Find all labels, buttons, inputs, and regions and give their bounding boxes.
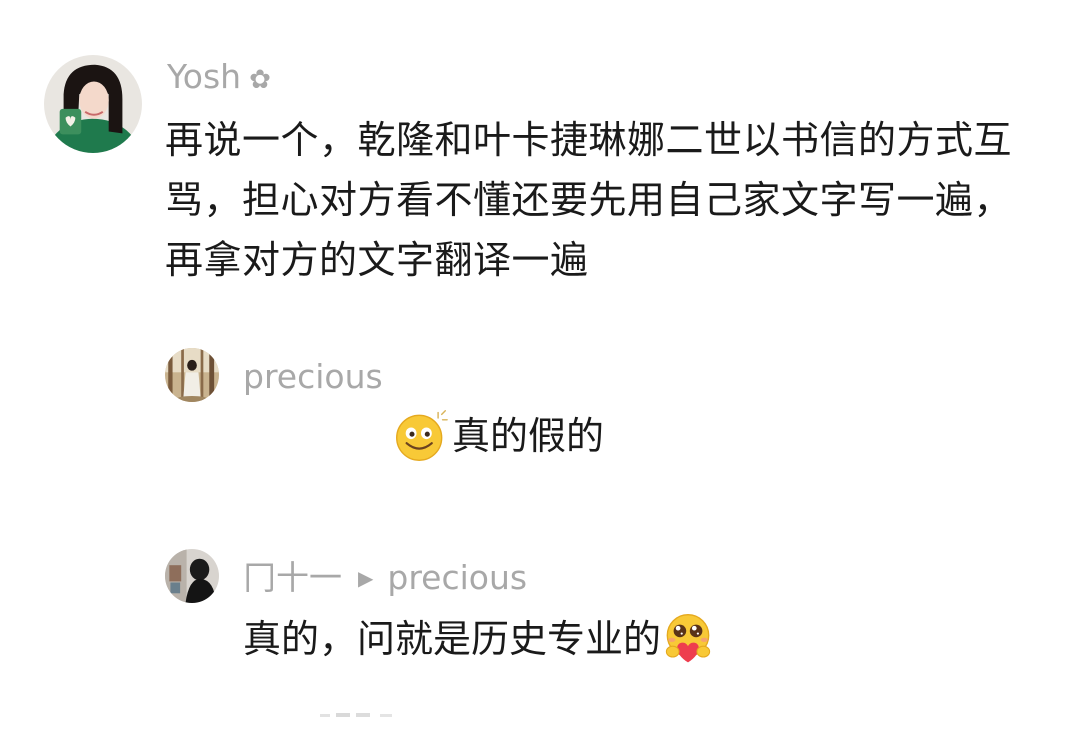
avatar-user[interactable] [165,549,219,603]
reply-arrow-icon: ▶ [358,565,374,590]
grinning-sparkle-emoji [394,409,448,463]
username-precious[interactable]: precious [243,360,383,393]
reply-text: 真的假的 [452,414,605,458]
flower-icon: ✿ [249,65,271,95]
reply-line: 真的，问就是历史专业的 [243,610,715,668]
cut-off-row [320,713,392,717]
avatar-yosh[interactable] [44,55,142,153]
hug-heart-emoji [661,612,715,666]
username-text[interactable]: Yosh [167,57,241,96]
reply-line: 真的假的 [394,406,604,466]
comment-text: 再说一个，乾隆和叶卡捷琳娜二世以书信的方式互骂，担心对方看不懂还要先用自己家文字… [165,118,1013,282]
reply-to-username[interactable]: precious [387,561,527,594]
reply-header: 冂十一 ▶ precious [243,561,527,594]
avatar-precious[interactable] [165,348,219,402]
username-user[interactable]: 冂十一 [243,561,342,594]
username-yosh[interactable]: Yosh ✿ [167,60,271,93]
reply-text: 真的，问就是历史专业的 [243,617,662,661]
